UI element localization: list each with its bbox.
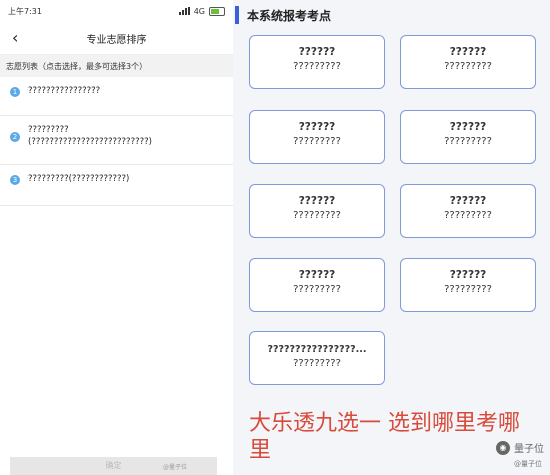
card-line1: ??????: [449, 269, 487, 281]
card-line2: ?????????: [444, 210, 492, 221]
signal-icon: [178, 7, 190, 15]
card-line2: ?????????: [293, 358, 341, 369]
list-item[interactable]: 1 ????????????????: [0, 77, 233, 116]
watermark-logo-icon: ◉: [496, 440, 510, 455]
battery-icon: [209, 6, 225, 16]
item-number-badge: 1: [10, 87, 20, 97]
item-number-badge: 3: [10, 175, 20, 185]
left-phone-screen: 上午7:31 4G ‹ 专业志愿排序 志愿列表（点击选择，最多可选择3个） 1 …: [0, 0, 233, 475]
status-bar: 上午7:31 4G: [0, 0, 233, 22]
card-line1: ??????: [298, 121, 336, 133]
watermark-small: @量子位: [514, 460, 542, 468]
card-line2: ?????????: [444, 284, 492, 295]
card-line2: ?????????: [293, 284, 341, 295]
exam-site-card[interactable]: ?????? ?????????: [249, 258, 385, 312]
item-text: ?????????(????????????): [28, 174, 130, 184]
card-line2: ?????????: [293, 210, 341, 221]
watermark-text: 量子位: [514, 444, 544, 455]
exam-site-card[interactable]: ?????? ?????????: [249, 184, 385, 238]
card-line2: ?????????: [444, 136, 492, 147]
exam-site-card[interactable]: ?????? ?????????: [400, 110, 536, 164]
card-line2: ?????????: [293, 61, 341, 72]
right-screen: 本系统报考考点 ?????? ????????? ?????? ????????…: [233, 0, 550, 475]
exam-site-card[interactable]: ????????????????... ?????????: [249, 331, 385, 385]
card-line2: ?????????: [444, 61, 492, 72]
card-line2: ?????????: [293, 136, 341, 147]
list-item[interactable]: 3 ?????????(????????????): [0, 165, 233, 206]
exam-site-card[interactable]: ?????? ?????????: [400, 184, 536, 238]
list-item[interactable]: 2 ????????? (??????????????????????????): [0, 116, 233, 165]
card-line1: ??????: [449, 121, 487, 133]
nav-bar: ‹ 专业志愿排序: [0, 22, 233, 55]
card-line1: ??????: [298, 195, 336, 207]
status-time: 上午7:31: [8, 6, 42, 16]
card-line1: ??????: [449, 195, 487, 207]
exam-site-card[interactable]: ?????? ?????????: [400, 35, 536, 89]
card-line1: ??????: [449, 46, 487, 58]
watermark-right: ◉ 量子位: [496, 440, 544, 455]
section-title-text: 本系统报考考点: [247, 8, 332, 23]
watermark-left: @量子位: [163, 464, 188, 471]
card-line1: ??????: [298, 269, 336, 281]
page-title: 专业志愿排序: [86, 34, 147, 46]
list-header: 志愿列表（点击选择，最多可选择3个）: [0, 55, 233, 77]
network-label: 4G: [193, 6, 205, 16]
card-line1: ????????????????...: [267, 344, 367, 355]
exam-site-card[interactable]: ?????? ?????????: [249, 110, 385, 164]
section-title: 本系统报考考点: [235, 6, 331, 24]
item-number-badge: 2: [10, 132, 20, 142]
caption-text: 大乐透九选一 选到哪里考哪里: [249, 411, 520, 463]
back-chevron-icon[interactable]: ‹: [12, 28, 18, 47]
exam-site-card[interactable]: ?????? ?????????: [249, 35, 385, 89]
item-text: ????????? (??????????????????????????): [28, 125, 152, 147]
item-text: ????????????????: [28, 86, 101, 96]
card-line1: ??????: [298, 46, 336, 58]
status-icons: 4G: [178, 6, 225, 16]
exam-site-card[interactable]: ?????? ?????????: [400, 258, 536, 312]
title-accent-bar: [235, 6, 239, 24]
